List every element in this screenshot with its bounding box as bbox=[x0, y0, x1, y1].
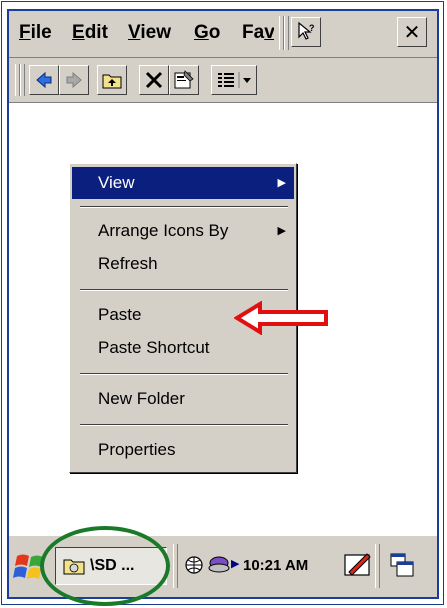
ctx-item-label: Properties bbox=[98, 440, 176, 459]
ctx-item-properties[interactable]: Properties bbox=[72, 434, 294, 466]
delete-icon bbox=[145, 71, 163, 89]
tray-separator-2 bbox=[375, 544, 380, 588]
ctx-item-label: Refresh bbox=[98, 254, 158, 273]
ctx-item-label: Arrange Icons By bbox=[98, 221, 229, 240]
task-label: \SD ... bbox=[90, 557, 135, 574]
menu-separator bbox=[80, 206, 288, 208]
ctx-item-label: Paste Shortcut bbox=[98, 338, 210, 357]
delete-button[interactable] bbox=[139, 65, 169, 95]
clock[interactable]: 10:21 AM bbox=[243, 557, 308, 574]
ctx-item-arrange-icons-by[interactable]: Arrange Icons By ▶ bbox=[72, 215, 294, 247]
connectivity-icon[interactable] bbox=[207, 554, 231, 576]
ctx-item-new-folder[interactable]: New Folder bbox=[72, 383, 294, 415]
start-windows-logo-icon[interactable] bbox=[13, 550, 47, 584]
menu-file[interactable]: File bbox=[19, 22, 52, 44]
help-button[interactable]: ? bbox=[291, 17, 321, 47]
menu-view[interactable]: View bbox=[128, 22, 171, 44]
close-button[interactable]: ✕ bbox=[397, 17, 427, 47]
view-mode-button[interactable] bbox=[211, 65, 257, 95]
back-arrow-icon bbox=[36, 71, 52, 89]
network-icon[interactable] bbox=[183, 554, 205, 576]
help-cursor-icon: ? bbox=[298, 21, 315, 40]
menu-separator bbox=[80, 424, 288, 426]
menu-separator bbox=[80, 289, 288, 291]
toolbar-grip-2[interactable] bbox=[20, 64, 25, 96]
ctx-item-paste-shortcut[interactable]: Paste Shortcut bbox=[72, 332, 294, 364]
menubar-grip-2[interactable] bbox=[284, 16, 289, 50]
menu-edit[interactable]: Edit bbox=[72, 22, 108, 44]
submenu-arrow-icon: ▶ bbox=[277, 225, 286, 237]
menu-separator bbox=[80, 373, 288, 375]
ctx-item-label: Paste bbox=[98, 305, 142, 324]
menu-go[interactable]: Go bbox=[194, 22, 220, 44]
up-folder-icon bbox=[102, 74, 122, 89]
menu-favorites[interactable]: Favorites bbox=[242, 22, 274, 44]
properties-icon bbox=[174, 70, 194, 89]
ctx-item-label: View bbox=[98, 173, 135, 192]
ctx-item-refresh[interactable]: Refresh bbox=[72, 248, 294, 280]
close-icon: ✕ bbox=[403, 21, 421, 44]
device-screen: File Edit View Go Favorites ? ✕ bbox=[7, 9, 439, 599]
show-desktop-icon[interactable] bbox=[387, 550, 417, 580]
taskbar: \SD ... ▶ 10:21 AM bbox=[9, 535, 437, 597]
tray-expand-arrow-icon[interactable]: ▶ bbox=[231, 557, 239, 570]
up-folder-button[interactable] bbox=[97, 65, 127, 95]
ctx-item-view[interactable]: View ▶ bbox=[72, 167, 294, 199]
menu-bar: File Edit View Go Favorites ? ✕ bbox=[9, 11, 437, 58]
annotation-arrow-icon bbox=[234, 301, 328, 335]
input-panel-pen-icon[interactable] bbox=[343, 550, 373, 580]
taskbar-task-button[interactable]: \SD ... bbox=[55, 547, 167, 585]
submenu-arrow-icon: ▶ bbox=[277, 177, 286, 189]
properties-button[interactable] bbox=[169, 65, 199, 95]
forward-arrow-icon bbox=[66, 71, 82, 89]
svg-text:?: ? bbox=[309, 23, 315, 33]
toolbar bbox=[9, 58, 437, 103]
tray-separator bbox=[173, 544, 178, 588]
back-button[interactable] bbox=[29, 65, 59, 95]
folder-icon bbox=[63, 559, 85, 575]
forward-button[interactable] bbox=[59, 65, 89, 95]
ctx-item-label: New Folder bbox=[98, 389, 185, 408]
view-mode-icon bbox=[218, 72, 251, 88]
